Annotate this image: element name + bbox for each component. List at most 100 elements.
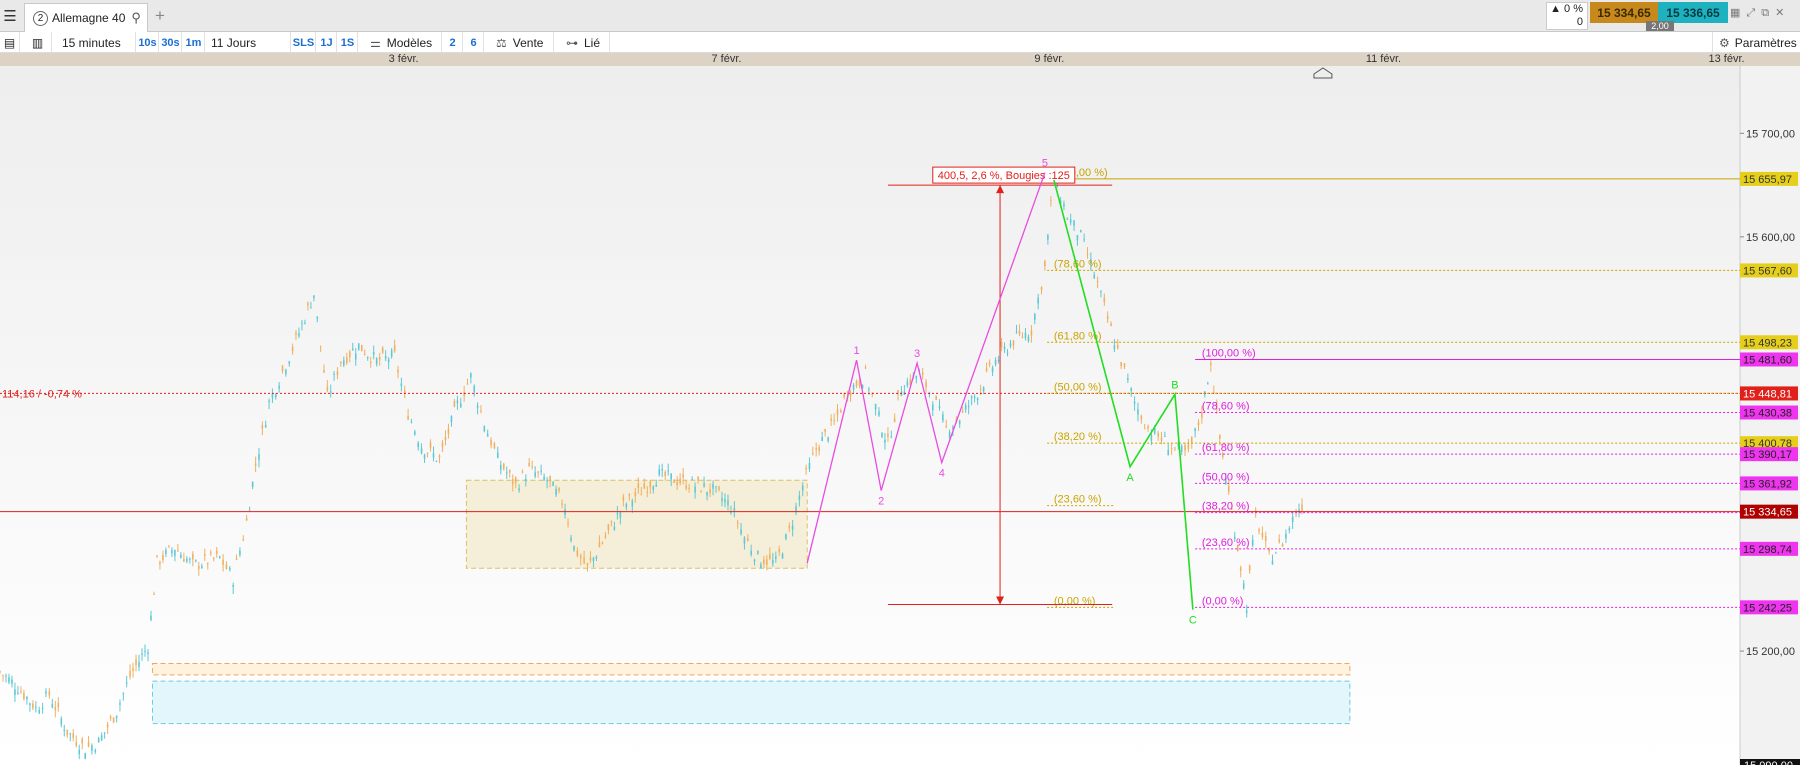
- candle-body: [646, 491, 649, 493]
- interval-10s[interactable]: 10s: [137, 32, 159, 53]
- candle-body: [476, 405, 479, 408]
- num-2-button[interactable]: 2: [443, 32, 463, 53]
- candle-body: [694, 486, 696, 493]
- scale-icon: ⚖: [496, 35, 507, 50]
- settings-button[interactable]: ⚙ Paramètres: [1712, 32, 1800, 53]
- candle-body: [616, 513, 619, 515]
- candle-body: [1170, 448, 1173, 450]
- candle-body: [619, 512, 622, 518]
- date-tick-label: 9 févr.: [1034, 53, 1065, 65]
- candle-body: [610, 520, 613, 523]
- candle-body: [589, 557, 592, 561]
- candle-body: [1242, 583, 1245, 589]
- candle-body: [688, 487, 690, 489]
- period-sls[interactable]: SLS: [292, 32, 316, 53]
- candle-body: [343, 360, 345, 366]
- candle-body: [884, 439, 886, 443]
- candle-body: [109, 716, 112, 719]
- candle-body: [366, 356, 369, 358]
- candle-body: [291, 346, 294, 351]
- candle-body: [743, 537, 746, 544]
- candle-body: [682, 474, 684, 478]
- candle-body: [201, 565, 203, 568]
- range-select[interactable]: 11 Jours: [206, 32, 291, 53]
- candle-body: [17, 692, 19, 694]
- candle-body: [697, 476, 699, 481]
- buy-price-button[interactable]: 15 336,65: [1658, 2, 1728, 23]
- candle-body: [1160, 437, 1163, 441]
- candle-body: [1291, 516, 1294, 522]
- candle-body: [598, 542, 601, 548]
- candle-body: [232, 585, 234, 587]
- candle-body: [348, 351, 351, 358]
- candle-body: [868, 389, 870, 391]
- close-icon[interactable]: ✕: [1775, 7, 1790, 19]
- price-tick-label: 15 600,00: [1746, 232, 1795, 244]
- candle-body: [525, 478, 527, 482]
- popout-icon[interactable]: ⧉: [1761, 7, 1775, 19]
- candle-body: [1073, 220, 1075, 226]
- candle-body: [760, 564, 762, 569]
- candle-body: [643, 483, 646, 489]
- linked-button[interactable]: ⊶ Lié: [558, 32, 610, 53]
- candle-body: [948, 432, 951, 438]
- candle-body: [132, 668, 134, 671]
- candle-body: [852, 384, 855, 390]
- candle-body: [1133, 401, 1136, 404]
- candle-body: [66, 729, 69, 736]
- candle-body: [815, 448, 817, 450]
- date-tick-label: 11 févr.: [1365, 53, 1402, 65]
- fib-magenta-tag-label: 15 481,60: [1743, 354, 1792, 366]
- fib-magenta-tag-label: 15 242,25: [1743, 602, 1792, 614]
- candle-body: [592, 557, 595, 562]
- layout-grid-icon[interactable]: ▥: [24, 32, 52, 53]
- candle-body: [496, 452, 499, 458]
- candle-body: [254, 463, 257, 466]
- timeframe-select[interactable]: 15 minutes: [56, 32, 136, 53]
- candle-body: [268, 400, 270, 403]
- tab-index-badge: 2: [33, 10, 48, 26]
- candle-body: [84, 753, 87, 759]
- layout-icon[interactable]: ▤: [0, 32, 20, 53]
- candle-body: [372, 352, 375, 355]
- search-icon[interactable]: ⚲: [131, 10, 141, 26]
- candle-body: [441, 442, 444, 448]
- sell-price-button[interactable]: 15 334,65: [1590, 2, 1658, 23]
- interval-30s[interactable]: 30s: [160, 32, 182, 53]
- candle-body: [1187, 444, 1190, 449]
- candle-body: [1040, 287, 1043, 290]
- candle-body: [763, 559, 765, 565]
- add-tab-icon[interactable]: +: [155, 6, 165, 26]
- candle-body: [1000, 341, 1003, 348]
- tab-allemagne-40[interactable]: 2 Allemagne 40 ⚲: [24, 3, 148, 32]
- grid-icon[interactable]: ▦: [1730, 7, 1746, 19]
- candle-body: [106, 724, 109, 728]
- candle-body: [567, 523, 569, 525]
- candle-body: [836, 409, 839, 415]
- wave-label: 4: [939, 468, 945, 480]
- candle-body: [1288, 528, 1291, 531]
- candle-body: [218, 556, 221, 558]
- period-1j[interactable]: 1J: [317, 32, 337, 53]
- candle-body: [459, 403, 462, 408]
- menu-icon[interactable]: ☰: [0, 0, 20, 32]
- candle-body: [60, 718, 63, 725]
- templates-button[interactable]: ⚌ Modèles: [362, 32, 442, 53]
- num-6-button[interactable]: 6: [464, 32, 484, 53]
- candle-body: [222, 559, 224, 565]
- candle-body: [849, 392, 852, 397]
- candle-body: [658, 469, 661, 476]
- price-chart[interactable]: 114,16 / -0,74 % (100,00 %) (78,60 %) (61,8…: [0, 66, 1800, 765]
- candle-body: [1086, 254, 1089, 256]
- candle-body: [466, 383, 469, 385]
- interval-1m[interactable]: 1m: [183, 32, 205, 53]
- candle-body: [32, 703, 34, 709]
- expand-icon[interactable]: ⤢: [1746, 7, 1761, 19]
- candle-body: [1003, 346, 1006, 350]
- candle-body: [595, 556, 598, 559]
- sell-button[interactable]: ⚖ Vente: [488, 32, 554, 53]
- candle-body: [655, 484, 658, 487]
- period-1s[interactable]: 1S: [338, 32, 358, 53]
- candle-body: [162, 554, 164, 561]
- fib-gold-label: (0,00 %): [1054, 595, 1096, 607]
